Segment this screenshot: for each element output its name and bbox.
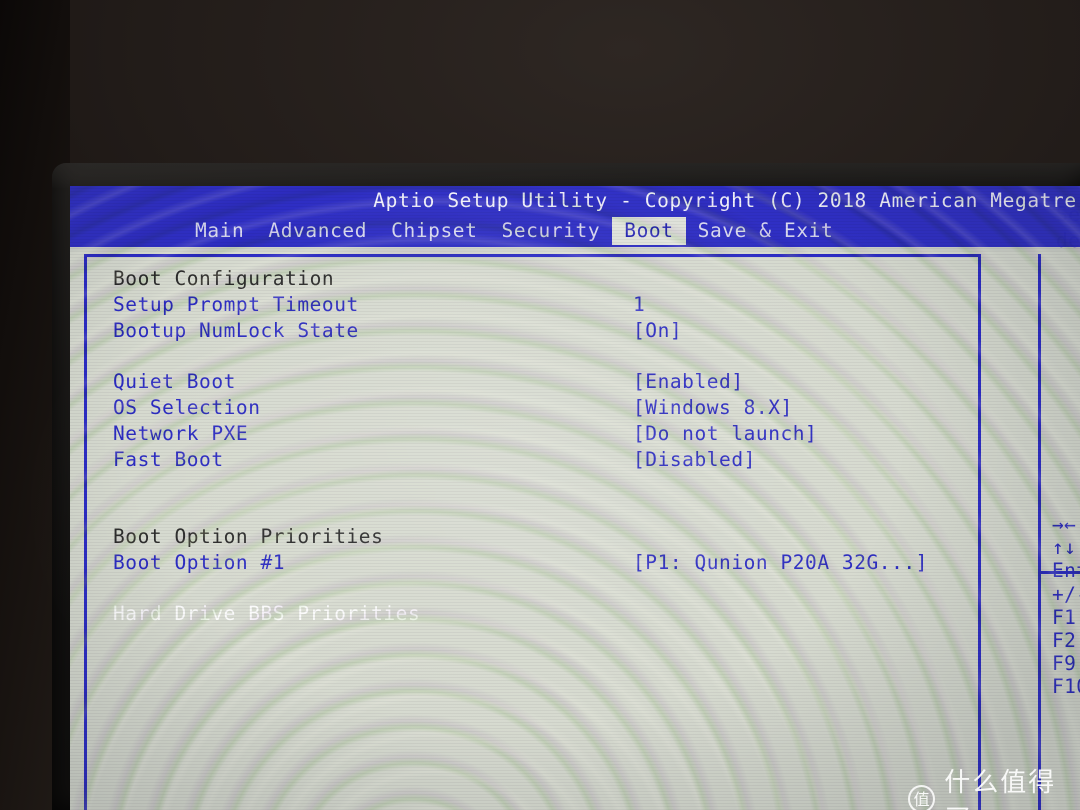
setting-label: Boot Option #1 bbox=[113, 550, 286, 574]
setting-row-os-selection[interactable]: OS Selection [Windows 8.X] bbox=[113, 396, 973, 422]
setting-value[interactable]: [On] bbox=[633, 319, 682, 342]
tab-chipset[interactable]: Chipset bbox=[379, 217, 489, 245]
pane-border-top bbox=[84, 254, 981, 257]
setting-label: Boot Option Priorities bbox=[113, 524, 384, 548]
setting-label: Setup Prompt Timeout bbox=[113, 292, 359, 316]
settings-spacer bbox=[113, 577, 973, 603]
setting-row-bootup-numlock-state[interactable]: Bootup NumLock State [On] bbox=[113, 319, 973, 345]
bios-header-bar: Aptio Setup Utility - Copyright (C) 2018… bbox=[70, 186, 1080, 256]
setting-value[interactable]: [Do not launch] bbox=[633, 422, 817, 445]
setting-value[interactable]: [Windows 8.X] bbox=[633, 396, 793, 419]
tab-main[interactable]: Main bbox=[183, 217, 256, 245]
setting-label: Bootup NumLock State bbox=[113, 318, 359, 342]
photo-scene: Aptio Setup Utility - Copyright (C) 2018… bbox=[0, 0, 1080, 810]
setting-label: OS Selection bbox=[113, 395, 261, 419]
setting-value[interactable]: [Enabled] bbox=[633, 370, 744, 393]
setting-label: Quiet Boot bbox=[113, 370, 236, 394]
setting-label: Fast Boot bbox=[113, 447, 224, 471]
settings-spacer bbox=[113, 473, 973, 499]
bios-title: Aptio Setup Utility - Copyright (C) 2018… bbox=[373, 189, 1077, 212]
help-line: devices bbox=[1056, 228, 1080, 252]
key-legend: →←: Sele↑↓: SeleEnter: S+/-: ChaF1: Gene… bbox=[1052, 513, 1080, 699]
setting-value[interactable]: 1 bbox=[633, 293, 645, 316]
tab-boot[interactable]: Boot bbox=[612, 217, 686, 245]
setting-label: Boot Configuration bbox=[113, 267, 335, 290]
setting-row-hard-drive-bbs-priorities[interactable]: Hard Drive BBS Priorities bbox=[113, 602, 973, 628]
setting-value[interactable]: [Disabled] bbox=[633, 448, 756, 471]
help-pane-border bbox=[1038, 254, 1041, 810]
bios-body: Boot Configuration Setup Prompt Timeout 1 B… bbox=[70, 251, 1080, 810]
key-legend-line: +/-: Cha bbox=[1052, 582, 1080, 606]
tab-security[interactable]: Security bbox=[490, 217, 613, 245]
bios-menu-tabs[interactable]: Main Advanced Chipset Security Boot Save & Ex… bbox=[183, 217, 845, 245]
key-legend-line: ↑↓: Sele bbox=[1052, 536, 1080, 560]
settings-list: Boot Configuration Setup Prompt Timeout 1 B… bbox=[113, 267, 973, 628]
setting-row-quiet-boot[interactable]: Quiet Boot [Enabled] bbox=[113, 370, 973, 396]
setting-label: Network PXE bbox=[113, 421, 249, 445]
setting-row-network-pxe[interactable]: Network PXE [Do not launch] bbox=[113, 422, 973, 448]
tab-save-exit[interactable]: Save & Exit bbox=[686, 217, 846, 245]
section-header-boot-option-priorities: Boot Option Priorities bbox=[113, 525, 973, 551]
setting-row-fast-boot[interactable]: Fast Boot [Disabled] bbox=[113, 448, 973, 474]
settings-spacer bbox=[113, 344, 973, 370]
settings-spacer bbox=[113, 499, 973, 525]
setting-row-setup-prompt-timeout[interactable]: Setup Prompt Timeout 1 bbox=[113, 293, 973, 319]
key-legend-line: →←: Sele bbox=[1052, 513, 1080, 536]
key-legend-line: F2: Prev bbox=[1052, 628, 1080, 652]
key-legend-line: F9: Opti bbox=[1052, 652, 1080, 676]
key-legend-line: F10: Save bbox=[1052, 675, 1080, 699]
setting-row-boot-option-#1[interactable]: Boot Option #1 [P1: Qunion P20A 32G...] bbox=[113, 551, 973, 577]
setting-value[interactable]: [P1: Qunion P20A 32G...] bbox=[633, 551, 928, 574]
help-line: Set the bbox=[1056, 203, 1080, 226]
pane-border-left bbox=[84, 254, 87, 810]
key-legend-line: Enter: S bbox=[1052, 559, 1080, 583]
section-header-boot-configuration: Boot Configuration bbox=[113, 267, 973, 293]
help-text: Set thedevices bbox=[1056, 202, 1080, 254]
tab-advanced[interactable]: Advanced bbox=[256, 217, 379, 245]
key-legend-line: F1: Gene bbox=[1052, 605, 1080, 629]
monitor-screen: Aptio Setup Utility - Copyright (C) 2018… bbox=[70, 186, 1080, 810]
pane-border-right bbox=[978, 254, 981, 810]
setting-label: Hard Drive BBS Priorities bbox=[113, 602, 421, 626]
